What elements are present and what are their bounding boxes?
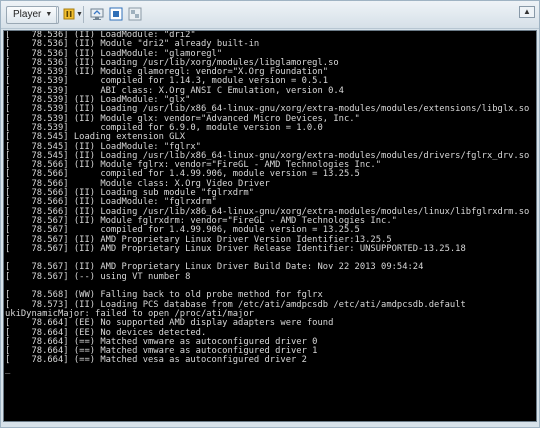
fit-screen-icon[interactable]	[108, 6, 124, 22]
player-menu-label: Player	[13, 9, 42, 20]
chevron-up-icon: ▲	[523, 7, 531, 16]
console-line: _	[5, 364, 11, 375]
chevron-down-icon[interactable]: ▼	[76, 11, 83, 18]
console-output: [ 78.536] (II) LoadModule: "dri2"[ 78.53…	[4, 31, 536, 375]
console-screen[interactable]: [ 78.536] (II) LoadModule: "dri2"[ 78.53…	[3, 30, 537, 422]
pause-icon[interactable]: ▼	[61, 6, 83, 22]
player-menu-button[interactable]: Player ▼	[6, 6, 60, 24]
unity-mode-icon[interactable]	[127, 6, 143, 22]
chevron-down-icon: ▼	[45, 11, 53, 18]
vm-toolbar: Player ▼ ▼ ▲	[1, 1, 539, 29]
collapse-toolbar-button[interactable]: ▲	[519, 6, 535, 18]
console-line: [ 78.664] (==) Matched vesa as autoconfi…	[5, 355, 307, 366]
console-line: [ 78.567] (--) using VT number 8	[5, 271, 191, 282]
send-ctrl-alt-del-icon[interactable]	[89, 6, 105, 22]
toolbar-separator	[56, 6, 57, 23]
toolbar-separator	[83, 6, 84, 23]
vm-window: Player ▼ ▼ ▲ [78.536] (II) LoadModule: …	[0, 0, 540, 428]
console-line: [ 78.567] (II) AMD Proprietary Linux Dri…	[5, 243, 466, 254]
